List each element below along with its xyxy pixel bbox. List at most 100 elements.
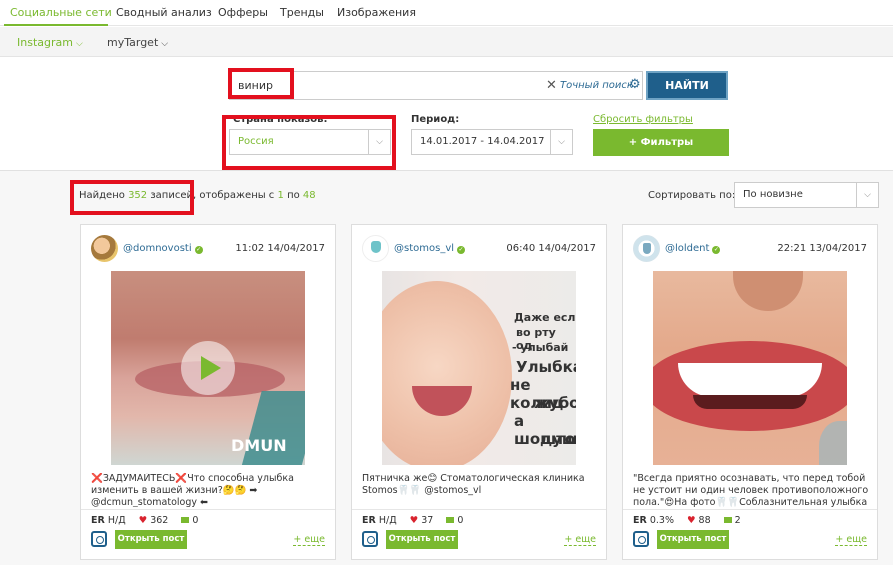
- post-caption: "Всегда приятно осознавать, что перед то…: [633, 473, 869, 507]
- clear-icon[interactable]: ✕: [546, 78, 557, 93]
- instagram-icon[interactable]: [633, 531, 649, 547]
- period-value: 14.01.2017 - 14.04.2017: [420, 136, 545, 147]
- post-author-label: @loldent: [665, 243, 710, 254]
- tab-images[interactable]: Изображения: [337, 6, 416, 19]
- post-card: @stomos_vl ✓ 06:40 14/04/2017 Даже есл во…: [351, 224, 607, 560]
- instagram-icon[interactable]: [91, 531, 107, 547]
- heart-icon: ♥: [687, 515, 696, 526]
- comment-icon: [723, 517, 732, 523]
- chevron-down-icon: ⌵: [161, 39, 169, 49]
- results-middle: записей, отображены с: [150, 190, 275, 201]
- instagram-icon[interactable]: [362, 531, 378, 547]
- filters-button[interactable]: + Фильтры: [593, 129, 729, 156]
- reset-filters-link[interactable]: Сбросить фильтры: [593, 114, 693, 125]
- comment-icon: [181, 517, 190, 523]
- post-photo[interactable]: DMUN: [111, 271, 305, 465]
- likes-count: 88: [698, 515, 711, 526]
- image-text-line: Даже есл: [514, 311, 576, 324]
- more-link[interactable]: + еще: [564, 535, 596, 546]
- divider: [352, 509, 606, 510]
- post-card: @loldent ✓ 22:21 13/04/2017 O L D E N "Вс…: [622, 224, 878, 560]
- image-text-line: жубо: [534, 394, 576, 412]
- post-caption: Пятничка же😊 Стоматологическая клиника S…: [362, 473, 585, 496]
- tab-social-networks[interactable]: Социальные сети: [10, 6, 112, 19]
- results-to: 48: [302, 190, 316, 201]
- sort-value: По новизне: [743, 189, 803, 200]
- tab-trends[interactable]: Тренды: [280, 6, 324, 19]
- gear-icon[interactable]: ⚙: [629, 77, 641, 92]
- period-label: Период:: [411, 114, 460, 125]
- er-value: Н/Д: [378, 515, 397, 526]
- subnav-instagram-label: Instagram: [17, 36, 73, 49]
- tab-summary-analysis[interactable]: Сводный анализ: [116, 6, 212, 19]
- chevron-down-icon: ⌵: [856, 183, 878, 207]
- er-label: ER: [91, 515, 105, 526]
- subnav-mytarget[interactable]: myTarget ⌵: [107, 36, 168, 49]
- post-stats: ER 0.3% ♥ 88 2: [633, 515, 741, 526]
- more-link[interactable]: + еще: [835, 535, 867, 546]
- search-box: ✕ Точный поиск ⚙: [229, 71, 643, 100]
- sort-label: Сортировать по:: [648, 190, 736, 201]
- comments-count: 2: [734, 515, 741, 526]
- comments-count: 0: [192, 515, 199, 526]
- tab-offers[interactable]: Офферы: [218, 6, 268, 19]
- results-total: 352: [128, 190, 148, 201]
- open-post-button[interactable]: Открыть пост: [115, 530, 187, 549]
- play-icon[interactable]: [181, 341, 235, 395]
- verified-icon: ✓: [457, 246, 466, 254]
- avatar[interactable]: [91, 235, 118, 262]
- post-time: 11:02 14/04/2017: [235, 243, 325, 254]
- likes-count: 37: [421, 515, 434, 526]
- play-triangle: [201, 356, 221, 380]
- country-label: Страна показов:: [233, 114, 328, 125]
- post-photo[interactable]: Даже есл во рту од - улыбай Улыбка не ко…: [382, 271, 576, 465]
- period-select[interactable]: 14.01.2017 - 14.04.2017 ⌵: [411, 129, 573, 155]
- post-author-label: @domnovosti: [123, 243, 192, 254]
- tooth-logo: [643, 243, 651, 254]
- er-label: ER: [633, 515, 647, 526]
- post-author[interactable]: @stomos_vl ✓: [394, 243, 466, 254]
- divider: [81, 509, 335, 510]
- chevron-down-icon: ⌵: [75, 39, 83, 49]
- chevron-down-icon: ⌵: [368, 130, 390, 154]
- avatar[interactable]: [633, 235, 660, 262]
- open-post-button[interactable]: Открыть пост: [657, 530, 729, 549]
- exact-search-toggle[interactable]: Точный поиск: [560, 80, 633, 91]
- more-link[interactable]: + еще: [293, 535, 325, 546]
- post-time: 06:40 14/04/2017: [506, 243, 596, 254]
- results-to-word: по: [287, 190, 300, 201]
- post-author[interactable]: @loldent ✓: [665, 243, 721, 254]
- nose-shape: [733, 271, 803, 311]
- comment-icon: [446, 517, 455, 523]
- photo-watermark: DMUN: [231, 436, 287, 455]
- open-post-button[interactable]: Открыть пост: [386, 530, 458, 549]
- mouth-shadow: [693, 395, 807, 409]
- subnav-instagram[interactable]: Instagram ⌵: [17, 36, 83, 49]
- find-button[interactable]: НАЙТИ: [646, 71, 728, 100]
- heart-icon: ♥: [138, 515, 148, 526]
- post-caption: ❌ЗАДУМАЙТЕСЬ❌Что способна улыбка изменит…: [91, 473, 294, 507]
- er-label: ER: [362, 515, 376, 526]
- post-card: @domnovosti ✓ 11:02 14/04/2017 DMUN ❌ЗАДУ…: [80, 224, 336, 560]
- sort-select[interactable]: По новизне ⌵: [734, 182, 879, 208]
- baby-face: [382, 281, 512, 465]
- avatar[interactable]: [362, 235, 389, 262]
- comments-count: 0: [457, 515, 464, 526]
- results-from: 1: [277, 190, 284, 201]
- divider: [623, 509, 877, 510]
- image-text-line: Улыбка: [516, 358, 576, 376]
- sub-navigation: Instagram ⌵ myTarget ⌵: [0, 27, 893, 57]
- decoration-shape: [819, 421, 847, 465]
- results-summary: Найдено 352 записей, отображены с 1 по 4…: [79, 190, 316, 201]
- top-navigation: Социальные сети Сводный анализ Офферы Тр…: [0, 0, 893, 26]
- post-photo[interactable]: O L D E N: [653, 271, 847, 465]
- verified-icon: ✓: [194, 246, 203, 254]
- country-select[interactable]: Россия ⌵: [229, 129, 391, 155]
- post-author-label: @stomos_vl: [394, 243, 455, 254]
- chevron-down-icon: ⌵: [550, 130, 572, 154]
- image-text-line: - улыбай: [512, 341, 569, 354]
- er-value: 0.3%: [649, 515, 674, 526]
- verified-icon: ✓: [712, 246, 721, 254]
- search-input[interactable]: [230, 72, 540, 99]
- post-author[interactable]: @domnovosti ✓: [123, 243, 203, 254]
